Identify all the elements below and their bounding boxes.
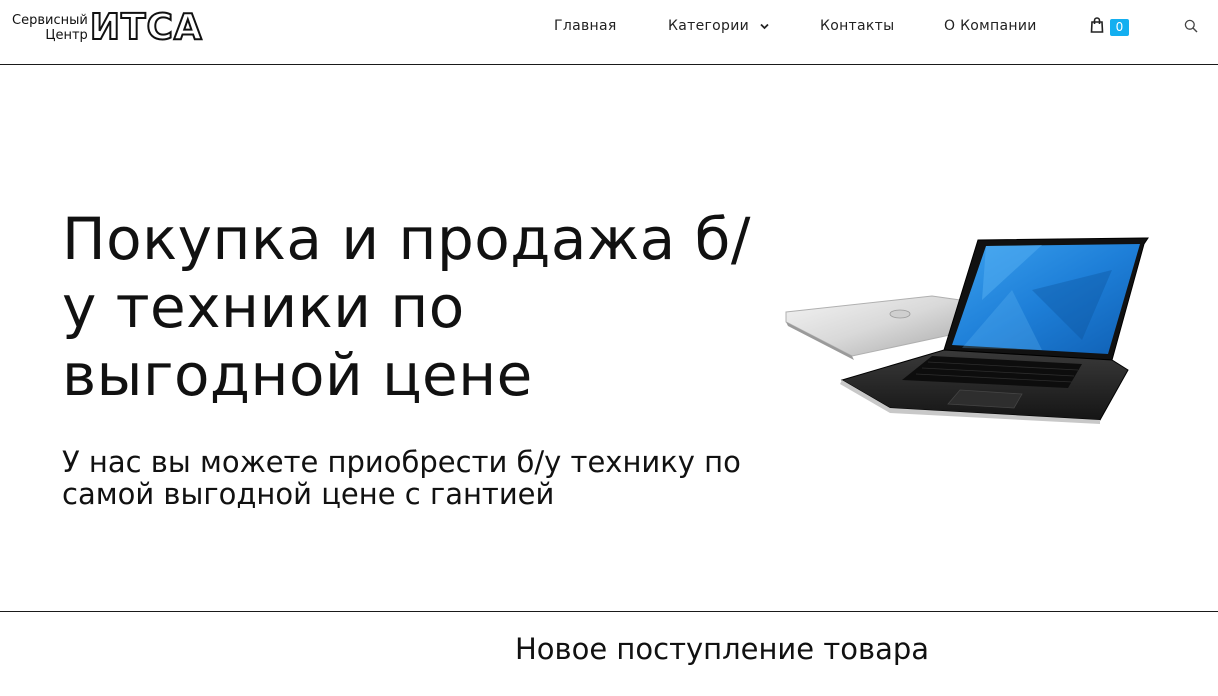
chevron-down-icon — [760, 18, 769, 34]
page: Сервисный Центр ИТСА Главная Категории К… — [0, 0, 1218, 696]
logo-brand: ИТСА — [89, 7, 203, 48]
cart-button[interactable]: 0 — [1090, 17, 1129, 37]
section-title-new-arrivals: Новое поступление товара — [514, 632, 930, 666]
logo-line-2: Центр — [45, 28, 88, 43]
search-button[interactable] — [1184, 18, 1198, 37]
section-divider — [0, 611, 1218, 612]
nav-item-categories-label: Категории — [668, 18, 749, 34]
hero-subtitle: У нас вы можете приобрести б/у технику п… — [62, 445, 741, 511]
logo-line-1: Сервисный — [12, 13, 88, 28]
hero-title: Покупка и продажа б/у техники по выгодно… — [62, 205, 751, 409]
site-logo[interactable]: Сервисный Центр ИТСА — [12, 7, 203, 48]
site-header: Сервисный Центр ИТСА Главная Категории К… — [0, 0, 1218, 65]
logo-text-small: Сервисный Центр — [12, 13, 88, 43]
nav-item-contacts[interactable]: Контакты — [820, 18, 894, 34]
shopping-bag-icon — [1090, 17, 1104, 37]
nav-item-categories[interactable]: Категории — [668, 18, 769, 34]
cart-count-badge: 0 — [1110, 18, 1129, 36]
nav-item-home[interactable]: Главная — [554, 18, 617, 34]
laptop-image — [782, 230, 1154, 426]
nav-item-about[interactable]: О Компании — [944, 18, 1037, 34]
search-icon — [1184, 18, 1198, 37]
